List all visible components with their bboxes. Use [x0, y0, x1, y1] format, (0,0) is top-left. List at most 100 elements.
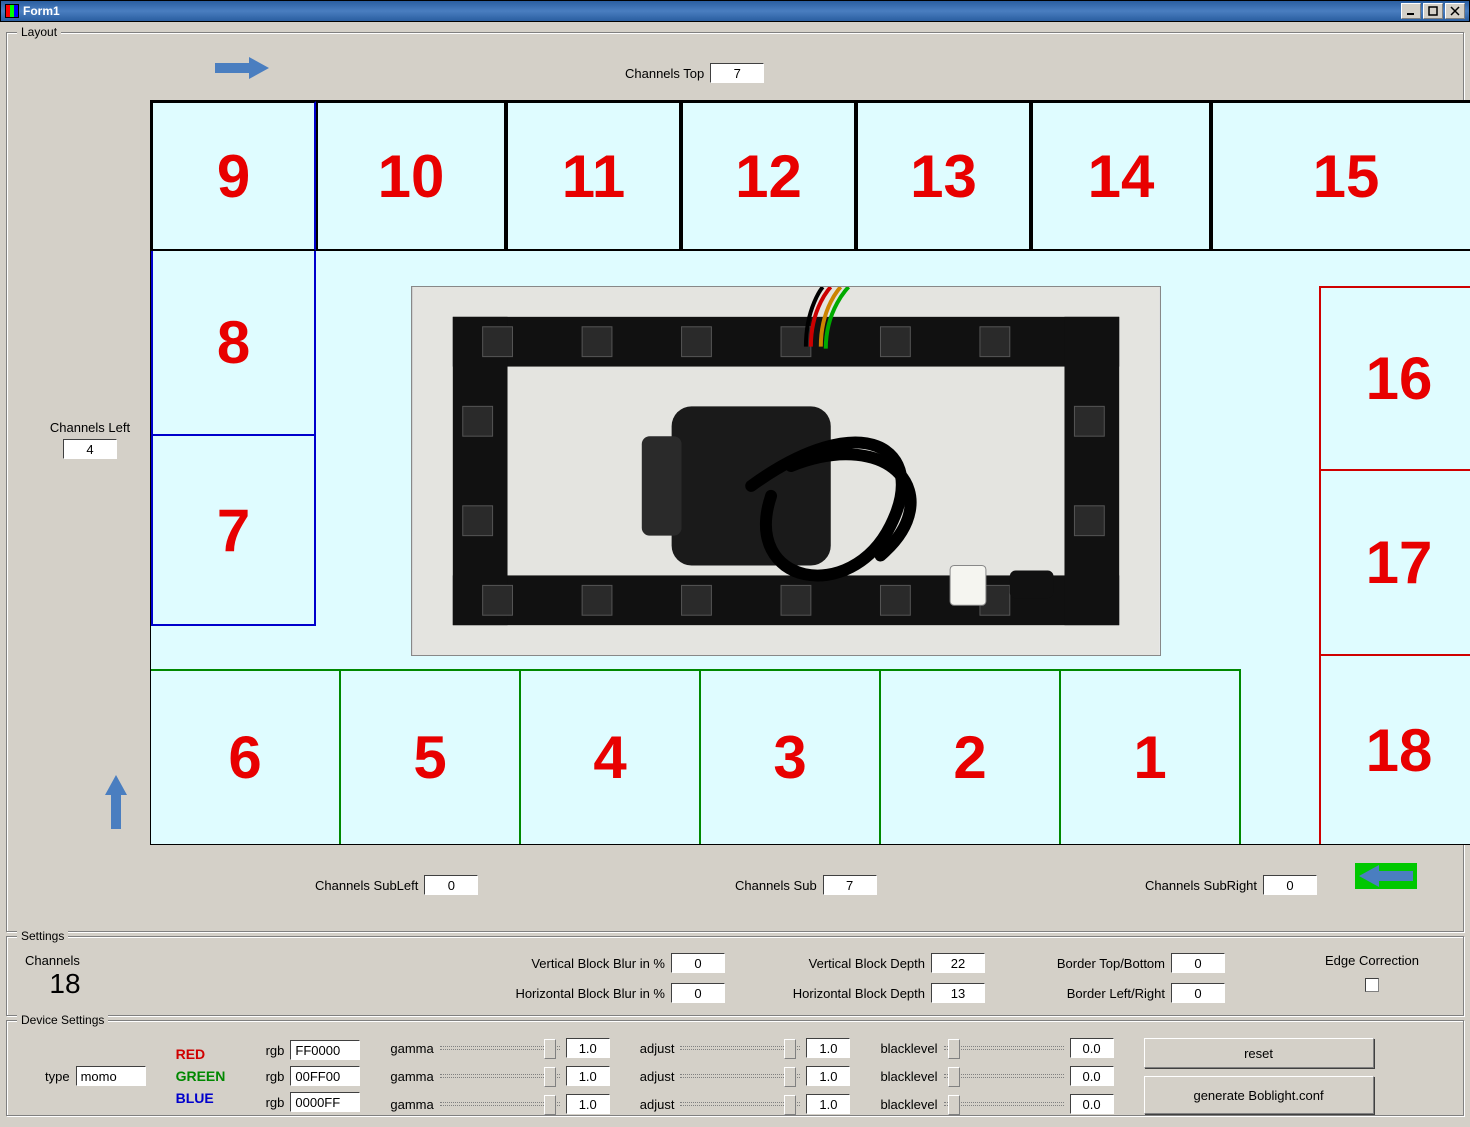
gamma-label-2: gamma [390, 1069, 433, 1084]
color-red-label: RED [176, 1046, 236, 1062]
cell-4: 4 [521, 669, 701, 844]
gamma-red-input[interactable] [566, 1038, 610, 1058]
hdepth-label: Horizontal Block Depth [765, 986, 925, 1001]
cell-16: 16 [1319, 286, 1470, 471]
blacklevel-blue-slider[interactable] [944, 1093, 1064, 1115]
generate-button-label: generate Boblight.conf [1193, 1088, 1323, 1103]
adjust-red-slider[interactable] [680, 1037, 800, 1059]
device-type-label: type [45, 1069, 70, 1084]
cell-17: 17 [1319, 471, 1470, 656]
edge-correction-label: Edge Correction [1325, 953, 1419, 968]
rgb-label-3: rgb [266, 1095, 285, 1110]
blacklevel-red-input[interactable] [1070, 1038, 1114, 1058]
rgb-green-input[interactable] [290, 1066, 360, 1086]
edge-correction-checkbox[interactable] [1365, 978, 1379, 992]
cell-12: 12 [681, 101, 856, 251]
cell-1: 1 [1061, 669, 1241, 844]
channels-sub-label: Channels Sub [735, 878, 817, 893]
maximize-button[interactable] [1423, 3, 1443, 19]
blacklevel-green-input[interactable] [1070, 1066, 1114, 1086]
channels-left-label: Channels Left [35, 420, 145, 435]
adjust-label-3: adjust [640, 1097, 675, 1112]
cell-18: 18 [1319, 656, 1470, 844]
gamma-blue-slider[interactable] [440, 1093, 560, 1115]
color-blue-label: BLUE [176, 1090, 236, 1106]
blacklevel-green-slider[interactable] [944, 1065, 1064, 1087]
settings-legend: Settings [17, 929, 68, 943]
blacklevel-label-3: blacklevel [880, 1097, 937, 1112]
adjust-green-slider[interactable] [680, 1065, 800, 1087]
blacklevel-label-2: blacklevel [880, 1069, 937, 1084]
adjust-blue-input[interactable] [806, 1094, 850, 1114]
minimize-button[interactable] [1401, 3, 1421, 19]
gamma-label-1: gamma [390, 1041, 433, 1056]
channels-subright-label: Channels SubRight [1145, 878, 1257, 893]
device-settings-group: Device Settings type RED GREEN BLUE rgb … [6, 1020, 1464, 1116]
channels-total-label: Channels [25, 953, 105, 968]
vblur-label: Vertical Block Blur in % [495, 956, 665, 971]
center-image [411, 286, 1161, 656]
layout-legend: Layout [17, 25, 61, 39]
cell-11: 11 [506, 101, 681, 251]
settings-group: Settings Channels 18 Vertical Block Blur… [6, 936, 1464, 1016]
generate-button[interactable]: generate Boblight.conf [1144, 1076, 1374, 1114]
hblur-label: Horizontal Block Blur in % [495, 986, 665, 1001]
cell-13: 13 [856, 101, 1031, 251]
rgb-blue-input[interactable] [290, 1092, 360, 1112]
rgb-red-input[interactable] [290, 1040, 360, 1060]
cell-15: 15 [1211, 101, 1470, 251]
arrow-up-icon [105, 775, 127, 829]
blacklevel-blue-input[interactable] [1070, 1094, 1114, 1114]
reset-button-label: reset [1244, 1046, 1273, 1061]
reset-button[interactable]: reset [1144, 1038, 1374, 1068]
layout-group: Layout Channels Top Channels Left Channe… [6, 32, 1464, 932]
border-lr-input[interactable] [1171, 983, 1225, 1003]
adjust-green-input[interactable] [806, 1066, 850, 1086]
vdepth-input[interactable] [931, 953, 985, 973]
channels-top-input[interactable] [710, 63, 764, 83]
cell-9: 9 [151, 101, 316, 251]
adjust-blue-slider[interactable] [680, 1093, 800, 1115]
hdepth-input[interactable] [931, 983, 985, 1003]
arrow-right-icon [215, 57, 269, 79]
app-icon [5, 4, 19, 18]
border-tb-label: Border Top/Bottom [1025, 956, 1165, 971]
window-titlebar: Form1 [0, 0, 1470, 22]
cell-3: 3 [701, 669, 881, 844]
cell-6: 6 [151, 669, 341, 844]
cell-2: 2 [881, 669, 1061, 844]
gamma-green-input[interactable] [566, 1066, 610, 1086]
channels-top-label: Channels Top [625, 66, 704, 81]
cell-8: 8 [151, 251, 316, 436]
adjust-label-1: adjust [640, 1041, 675, 1056]
blacklevel-label-1: blacklevel [880, 1041, 937, 1056]
device-type-input[interactable] [76, 1066, 146, 1086]
channels-total: 18 [25, 968, 105, 1000]
device-legend: Device Settings [17, 1013, 108, 1027]
rgb-label-2: rgb [266, 1069, 285, 1084]
gamma-blue-input[interactable] [566, 1094, 610, 1114]
channels-subleft-input[interactable] [424, 875, 478, 895]
preview-canvas: 9 10 11 12 13 14 15 8 7 16 17 18 6 5 4 3… [150, 100, 1470, 845]
window-title: Form1 [23, 4, 1401, 18]
gamma-green-slider[interactable] [440, 1065, 560, 1087]
rgb-label-1: rgb [266, 1043, 285, 1058]
cell-5: 5 [341, 669, 521, 844]
border-tb-input[interactable] [1171, 953, 1225, 973]
adjust-red-input[interactable] [806, 1038, 850, 1058]
vblur-input[interactable] [671, 953, 725, 973]
channels-subleft-label: Channels SubLeft [315, 878, 418, 893]
color-green-label: GREEN [176, 1068, 236, 1084]
blacklevel-red-slider[interactable] [944, 1037, 1064, 1059]
cell-10: 10 [316, 101, 506, 251]
channels-sub-input[interactable] [823, 875, 877, 895]
border-lr-label: Border Left/Right [1025, 986, 1165, 1001]
cell-7: 7 [151, 436, 316, 626]
gamma-red-slider[interactable] [440, 1037, 560, 1059]
channels-subright-input[interactable] [1263, 875, 1317, 895]
close-button[interactable] [1445, 3, 1465, 19]
gamma-label-3: gamma [390, 1097, 433, 1112]
adjust-label-2: adjust [640, 1069, 675, 1084]
hblur-input[interactable] [671, 983, 725, 1003]
channels-left-input[interactable] [63, 439, 117, 459]
